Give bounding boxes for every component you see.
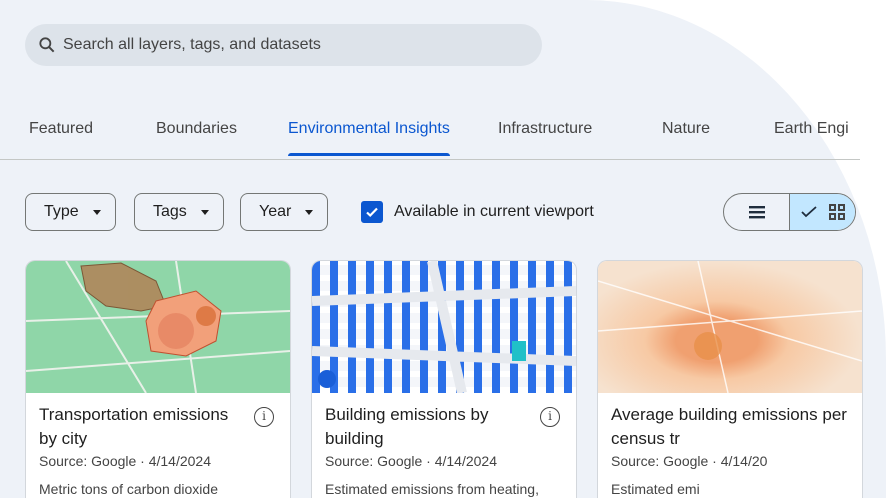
card-description: Estimated emissions from heating,	[325, 481, 539, 497]
search-placeholder: Search all layers, tags, and datasets	[63, 36, 321, 53]
dataset-card[interactable]: Average building emissions per census tr…	[597, 260, 863, 498]
list-view-button[interactable]	[724, 194, 789, 230]
tab-boundaries[interactable]: Boundaries	[156, 120, 237, 138]
tab-nature[interactable]: Nature	[662, 120, 710, 138]
checkmark-icon	[366, 207, 378, 218]
map-thumbnail	[598, 261, 862, 393]
card-source: Source: Google · 4/14/2024	[325, 453, 498, 469]
type-filter-label: Type	[44, 203, 79, 220]
type-filter[interactable]: Type	[25, 193, 116, 231]
card-source: Source: Google · 4/14/20	[611, 453, 768, 469]
category-tabs: Featured Boundaries Environmental Insigh…	[0, 108, 860, 160]
map-thumbnail	[312, 261, 576, 393]
caret-down-icon	[305, 209, 314, 215]
grid-view-button[interactable]	[789, 194, 855, 230]
tab-infrastructure[interactable]: Infrastructure	[498, 120, 592, 138]
tab-featured[interactable]: Featured	[29, 120, 93, 138]
map-thumbnail	[26, 261, 290, 393]
viewport-checkbox[interactable]	[361, 201, 383, 223]
card-title: Transportation emissions by city	[39, 405, 229, 448]
card-title: Building emissions by building	[325, 405, 489, 448]
caret-down-icon	[200, 209, 209, 215]
card-title: Average building emissions per census tr	[611, 405, 847, 448]
tags-filter[interactable]: Tags	[134, 193, 224, 231]
caret-down-icon	[92, 209, 101, 215]
view-toggle	[723, 193, 856, 231]
year-filter-label: Year	[259, 203, 292, 220]
list-icon	[748, 206, 765, 219]
grid-icon	[828, 204, 845, 220]
year-filter[interactable]: Year	[240, 193, 329, 231]
dataset-card[interactable]: Building emissions by building i Source:…	[311, 260, 577, 498]
card-description: Estimated emi	[611, 481, 700, 497]
card-source: Source: Google · 4/14/2024	[39, 453, 212, 469]
search-input[interactable]: Search all layers, tags, and datasets	[25, 24, 542, 66]
search-icon	[39, 37, 55, 53]
main-panel: Search all layers, tags, and datasets Fe…	[0, 0, 886, 498]
dataset-card[interactable]: Transportation emissions by city i Sourc…	[25, 260, 291, 498]
info-icon[interactable]: i	[540, 407, 560, 427]
card-description: Metric tons of carbon dioxide	[39, 481, 218, 497]
tab-earth-engine[interactable]: Earth Engi	[774, 120, 849, 138]
info-icon[interactable]: i	[254, 407, 274, 427]
tags-filter-label: Tags	[153, 203, 187, 220]
checkmark-icon	[800, 206, 817, 218]
tab-environmental-insights[interactable]: Environmental Insights	[288, 120, 450, 156]
viewport-checkbox-label: Available in current viewport	[394, 203, 594, 220]
